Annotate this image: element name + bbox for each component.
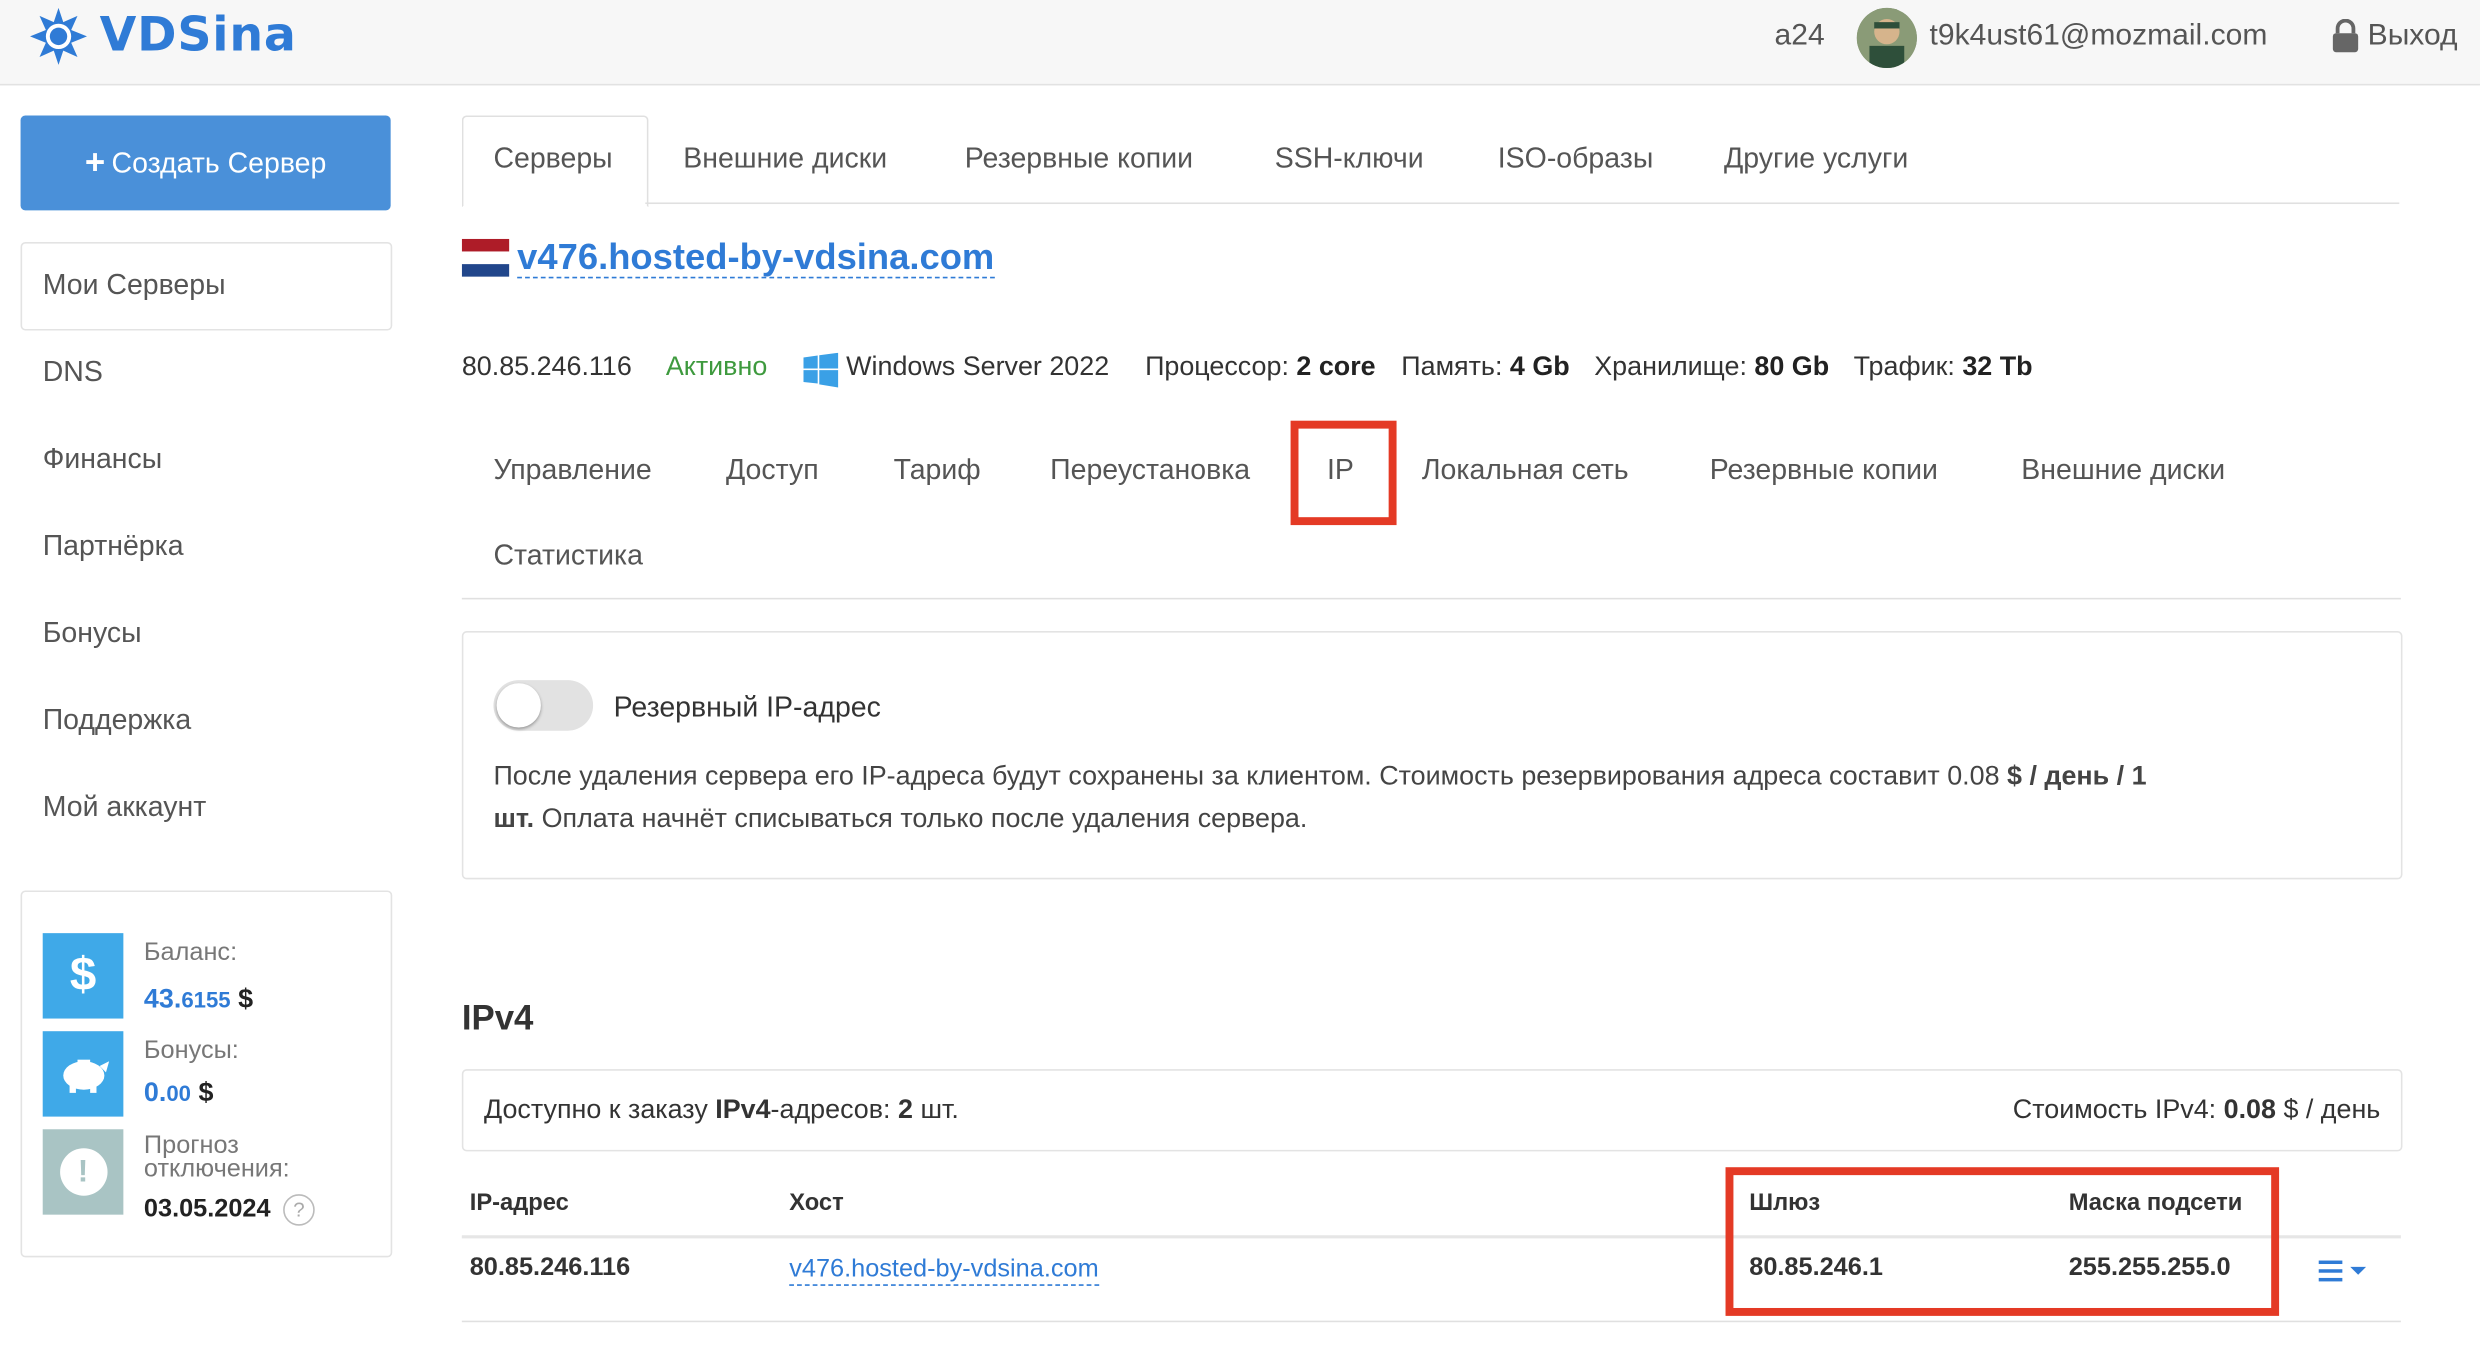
tabs-divider <box>645 202 2400 205</box>
sidebar-item-support[interactable]: Поддержка <box>43 704 192 737</box>
server-hostname-link[interactable]: v476.hosted-by-vdsina.com <box>517 236 995 279</box>
sidebar-item-finance[interactable]: Финансы <box>43 443 163 476</box>
row-menu-icon[interactable] <box>2318 1260 2370 1283</box>
logo-text[interactable]: VDSina <box>100 8 297 63</box>
reserve-ip-card: Резервный IP-адрес После удаления сервер… <box>461 631 2403 880</box>
ip-tab-highlight <box>1290 420 1397 526</box>
server-cpu: Процессор: 2 core <box>1145 351 1376 382</box>
subtab-tariff[interactable]: Тариф <box>894 454 981 487</box>
lock-icon[interactable] <box>2331 18 2359 54</box>
sidebar-item-partner[interactable]: Партнёрка <box>43 530 184 563</box>
server-os: Windows Server 2022 <box>846 351 1110 382</box>
user-id: a24 <box>1774 18 1825 53</box>
reserve-ip-toggle[interactable] <box>493 680 594 731</box>
windows-icon <box>803 352 839 388</box>
ipv4-title: IPv4 <box>461 997 534 1038</box>
bonus-label: Бонусы: <box>143 1037 239 1065</box>
reserve-ip-description: После удаления сервера его IP-адреса буд… <box>493 760 2147 834</box>
server-status: Активно <box>665 351 768 382</box>
tab-ssh-keys[interactable]: SSH-ключи <box>1275 142 1424 175</box>
tab-servers[interactable]: Серверы <box>493 142 612 175</box>
bonus-value: 0.00 $ <box>143 1077 214 1108</box>
subtab-local-network[interactable]: Локальная сеть <box>1422 454 1629 487</box>
server-traffic: Трафик: 32 Tb <box>1853 351 2033 382</box>
server-storage: Хранилище: 80 Gb <box>1594 351 1830 382</box>
table-bottom-divider <box>461 1320 2401 1323</box>
sidebar-item-my-servers[interactable]: Мои Серверы <box>43 269 226 302</box>
forecast-label-2: отключения: <box>143 1156 290 1184</box>
piggy-bank-icon <box>42 1031 124 1117</box>
user-email[interactable]: t9k4ust61@mozmail.com <box>1930 19 2268 54</box>
page: VDSina a24 t9k4ust61@mozmail.com Выход +… <box>0 0 2480 1348</box>
subtab-management[interactable]: Управление <box>493 454 651 487</box>
column-header-ip: IP-адрес <box>469 1189 569 1217</box>
create-server-button[interactable]: + Создать Сервер <box>20 115 391 211</box>
tab-other-services[interactable]: Другие услуги <box>1724 142 1908 175</box>
balance-value: 43.6155 $ <box>143 983 254 1014</box>
plus-icon: + <box>84 142 106 182</box>
reserve-ip-label: Резервный IP-адрес <box>613 691 881 723</box>
column-header-host: Хост <box>789 1189 844 1217</box>
sidebar-item-dns[interactable]: DNS <box>43 356 103 389</box>
ipv4-availability-card: Доступно к заказу IPv4-адресов: 2 шт. Ст… <box>461 1069 2403 1152</box>
sidebar-item-account[interactable]: Мой аккаунт <box>43 791 207 824</box>
ipv4-cost-text: Стоимость IPv4: 0.08 $ / день <box>2012 1094 2381 1125</box>
subtab-external-disks[interactable]: Внешние диски <box>2021 454 2225 487</box>
create-server-label: Создать Сервер <box>111 146 327 178</box>
subtab-reinstall[interactable]: Переустановка <box>1050 454 1250 487</box>
top-bar: VDSina a24 t9k4ust61@mozmail.com Выход <box>0 0 2480 86</box>
gateway-mask-highlight <box>1725 1167 2280 1316</box>
balance-card: $ Баланс: 43.6155 $ Бонусы: 0.00 $ ! Про… <box>20 890 393 1258</box>
row-ip: 80.85.246.116 <box>469 1254 631 1282</box>
tab-backups[interactable]: Резервные копии <box>965 142 1193 175</box>
tab-iso-images[interactable]: ISO-образы <box>1498 142 1654 175</box>
logout-link[interactable]: Выход <box>2368 19 2458 54</box>
help-icon[interactable]: ? <box>283 1194 315 1226</box>
logo-icon[interactable] <box>28 6 88 66</box>
avatar[interactable] <box>1856 7 1917 69</box>
balance-label: Баланс: <box>143 939 238 967</box>
subtab-access[interactable]: Доступ <box>726 454 819 487</box>
forecast-date: 03.05.2024 <box>143 1195 271 1223</box>
dollar-icon: $ <box>42 933 124 1019</box>
row-host-link[interactable]: v476.hosted-by-vdsina.com <box>789 1254 1099 1286</box>
server-memory: Память: 4 Gb <box>1401 351 1570 382</box>
subtab-backups[interactable]: Резервные копии <box>1710 454 1938 487</box>
server-ip: 80.85.246.116 <box>461 351 632 382</box>
ipv4-available-text: Доступно к заказу IPv4-адресов: 2 шт. <box>483 1094 959 1125</box>
subtab-statistics[interactable]: Статистика <box>493 539 643 572</box>
subtabs-divider <box>461 597 2401 600</box>
tab-external-disks[interactable]: Внешние диски <box>683 142 887 175</box>
toggle-knob <box>496 683 541 728</box>
netherlands-flag-icon <box>461 238 510 277</box>
alert-icon: ! <box>42 1129 124 1215</box>
sidebar-item-bonuses[interactable]: Бонусы <box>43 617 142 650</box>
